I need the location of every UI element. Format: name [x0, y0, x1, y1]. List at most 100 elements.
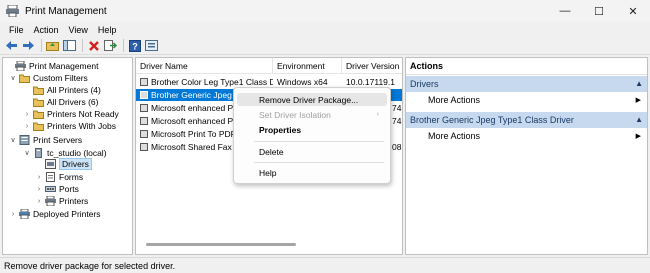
up-folder-icon[interactable]	[45, 38, 60, 53]
tree-item-forms[interactable]: › Forms	[35, 171, 83, 183]
folder-icon	[19, 73, 30, 83]
window-title: Print Management	[25, 5, 107, 17]
toolbar: ?	[0, 37, 650, 55]
menu-item-label: Properties	[259, 124, 302, 135]
actions-pane: Actions Drivers ▲ More Actions ▶ Brother…	[405, 57, 648, 255]
chevron-right-icon[interactable]: ›	[35, 198, 43, 205]
tree-item-print-management[interactable]: Print Management	[5, 60, 98, 72]
tree-item-printers-with-jobs[interactable]: › Printers With Jobs	[23, 120, 116, 132]
tree-item-printers[interactable]: › Printers	[35, 195, 88, 207]
chevron-right-icon[interactable]: ›	[35, 186, 43, 193]
console-tree[interactable]: Print Management ∨ Custom Filters All Pr…	[2, 57, 133, 255]
more-actions-label: More Actions	[428, 95, 481, 105]
driver-row-icon	[140, 91, 148, 99]
delete-icon[interactable]	[86, 38, 101, 53]
forms-icon	[45, 172, 56, 182]
context-menu: Remove Driver Package... Set Driver Isol…	[233, 87, 391, 184]
filter-icon	[33, 85, 44, 95]
actions-section-drivers[interactable]: Drivers ▲	[406, 76, 647, 92]
submenu-arrow-icon: ›	[376, 111, 379, 118]
tree-item-label: tc_studio (local)	[47, 148, 107, 158]
submenu-arrow-icon: ▶	[635, 133, 641, 140]
title-bar: Print Management — ☐ ✕	[0, 0, 650, 22]
chevron-down-icon[interactable]: ∨	[23, 149, 31, 157]
status-text: Remove driver package for selected drive…	[4, 260, 176, 271]
tree-item-all-printers[interactable]: All Printers (4)	[23, 84, 101, 96]
close-button[interactable]: ✕	[616, 0, 650, 22]
print-management-app-icon	[6, 4, 19, 18]
properties-menu-item[interactable]: Properties	[237, 123, 387, 136]
menu-file[interactable]: File	[4, 25, 29, 35]
tree-item-label: Deployed Printers	[33, 209, 101, 219]
minimize-button[interactable]: —	[548, 0, 582, 22]
chevron-down-icon[interactable]: ∨	[9, 136, 17, 144]
help-icon[interactable]: ?	[127, 38, 142, 53]
show-hide-tree-icon[interactable]	[62, 38, 77, 53]
chevron-right-icon[interactable]: ›	[9, 211, 17, 218]
maximize-button[interactable]: ☐	[582, 0, 616, 22]
export-icon[interactable]	[103, 38, 118, 53]
tree-item-label: Print Management	[29, 61, 99, 71]
forward-icon[interactable]	[21, 38, 36, 53]
filter-icon	[33, 97, 44, 107]
remove-driver-package-menu-item[interactable]: Remove Driver Package...	[237, 93, 387, 106]
more-actions-selected-driver[interactable]: More Actions ▶	[406, 129, 647, 143]
menu-item-label: Help	[259, 167, 277, 178]
chevron-down-icon[interactable]: ∨	[9, 74, 17, 82]
filter-icon	[33, 109, 44, 119]
tree-item-label: Printers With Jobs	[47, 121, 116, 131]
properties-icon[interactable]	[144, 38, 159, 53]
more-actions-drivers[interactable]: More Actions ▶	[406, 93, 647, 107]
tree-item-all-drivers[interactable]: All Drivers (6)	[23, 96, 98, 108]
column-header-environment[interactable]: Environment	[273, 58, 342, 74]
toolbar-separator	[82, 39, 83, 52]
toolbar-separator	[123, 39, 124, 52]
tree-item-drivers[interactable]: Drivers	[35, 158, 92, 170]
menu-action[interactable]: Action	[29, 25, 64, 35]
tree-item-label: Custom Filters	[33, 73, 88, 83]
print-management-icon	[15, 60, 26, 72]
driver-row-icon	[140, 117, 148, 125]
tree-item-label: All Drivers (6)	[47, 97, 99, 107]
actions-section-header: Brother Generic Jpeg Type1 Class Driver	[410, 115, 574, 125]
menu-item-label: Delete	[259, 146, 284, 157]
menu-help[interactable]: Help	[93, 25, 122, 35]
menu-item-label: Set Driver Isolation	[259, 109, 331, 120]
tree-item-ports[interactable]: › Ports	[35, 183, 79, 195]
delete-menu-item[interactable]: Delete	[237, 145, 387, 158]
menu-bar: File Action View Help	[0, 22, 650, 37]
menu-separator	[254, 141, 384, 142]
actions-section-header: Drivers	[410, 79, 439, 89]
column-header-driver-version[interactable]: Driver Version	[342, 58, 402, 74]
collapse-up-icon[interactable]: ▲	[635, 115, 643, 124]
driver-name-cell: Brother Color Leg Type1 Class D...	[151, 77, 273, 87]
driver-name-cell: Microsoft enhanced Po	[151, 116, 238, 126]
back-icon[interactable]	[4, 38, 19, 53]
actions-section-selected-driver[interactable]: Brother Generic Jpeg Type1 Class Driver …	[406, 112, 647, 128]
submenu-arrow-icon: ▶	[635, 97, 641, 104]
driver-version-cell	[392, 128, 402, 140]
column-header-driver-name[interactable]: Driver Name	[136, 58, 273, 74]
tree-item-custom-filters[interactable]: ∨ Custom Filters	[9, 72, 88, 84]
tree-item-printers-not-ready[interactable]: › Printers Not Ready	[23, 108, 119, 120]
menu-view[interactable]: View	[64, 25, 93, 35]
svg-text:?: ?	[132, 41, 138, 51]
filter-icon	[33, 121, 44, 131]
driver-version-cell: 74	[392, 103, 402, 113]
printer-icon	[45, 195, 56, 207]
chevron-right-icon[interactable]: ›	[23, 123, 31, 130]
tree-item-print-servers[interactable]: ∨ Print Servers	[9, 134, 82, 146]
actions-title: Actions	[406, 58, 647, 75]
help-menu-item[interactable]: Help	[237, 166, 387, 179]
chevron-right-icon[interactable]: ›	[35, 174, 43, 181]
horizontal-scrollbar[interactable]	[146, 243, 296, 246]
toolbar-separator	[41, 39, 42, 52]
collapse-up-icon[interactable]: ▲	[635, 79, 643, 88]
status-bar: Remove driver package for selected drive…	[0, 257, 650, 273]
driver-name-cell: Microsoft Print To PDF	[151, 129, 236, 139]
driver-row-icon	[140, 143, 148, 151]
driver-name-cell: Brother Generic Jpeg T	[151, 90, 240, 100]
tree-item-deployed-printers[interactable]: › Deployed Printers	[9, 208, 101, 220]
tree-item-label: Printers	[59, 196, 89, 206]
chevron-right-icon[interactable]: ›	[23, 111, 31, 118]
